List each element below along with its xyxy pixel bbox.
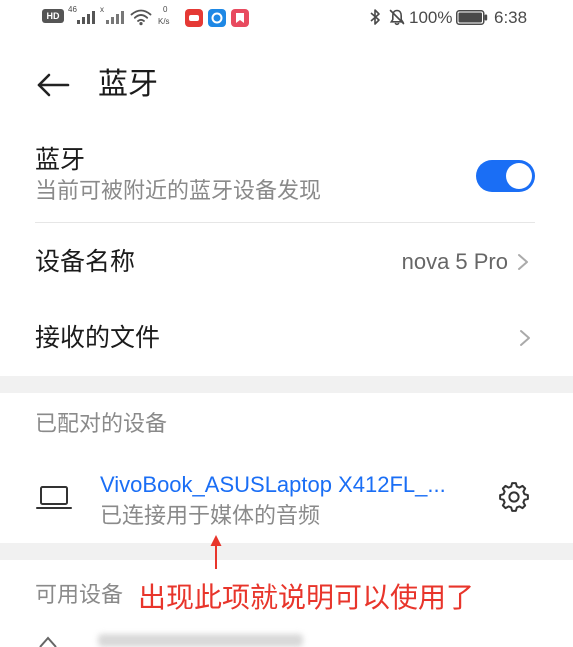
status-bar: HD 46 x 0 K/s 100% 6:38 bbox=[0, 0, 573, 34]
received-files-row[interactable]: 接收的文件 bbox=[0, 300, 573, 376]
device-name-value: nova 5 Pro bbox=[401, 249, 508, 274]
divider bbox=[35, 222, 535, 223]
battery-level: 100% bbox=[409, 8, 453, 27]
received-files-label: 接收的文件 bbox=[35, 323, 161, 352]
arrow-up-icon bbox=[205, 534, 227, 570]
secondary-network-label: x bbox=[100, 5, 104, 14]
device-name-label: 设备名称 bbox=[35, 247, 136, 276]
pink-app-notification-icon bbox=[231, 9, 249, 27]
back-arrow-icon bbox=[36, 72, 70, 98]
section-separator bbox=[0, 543, 573, 560]
laptop-icon bbox=[36, 484, 72, 512]
battery-icon bbox=[456, 10, 488, 25]
clock-time: 6:38 bbox=[494, 8, 528, 27]
bluetooth-icon bbox=[368, 8, 382, 26]
device-name-row[interactable]: 设备名称 nova 5 Pro bbox=[0, 224, 573, 300]
chevron-right-icon bbox=[517, 253, 529, 271]
signal-icon bbox=[76, 9, 96, 25]
network-speed-unit: K/s bbox=[158, 17, 170, 26]
paired-device-status: 已连接用于媒体的音频 bbox=[100, 504, 321, 529]
mute-bell-icon bbox=[388, 8, 406, 26]
page-title: 蓝牙 bbox=[98, 67, 158, 102]
available-device-item[interactable] bbox=[0, 626, 573, 647]
gear-icon bbox=[497, 480, 531, 514]
available-device-placeholder bbox=[98, 634, 303, 647]
section-separator bbox=[0, 376, 573, 393]
bluetooth-description: 当前可被附近的蓝牙设备发现 bbox=[35, 179, 322, 204]
back-button[interactable] bbox=[34, 70, 72, 100]
bluetooth-label: 蓝牙 bbox=[35, 145, 86, 174]
red-app-notification-icon bbox=[185, 9, 203, 27]
paired-device-name: VivoBook_ASUSLaptop X412FL_... bbox=[100, 472, 446, 497]
chevron-right-icon bbox=[519, 329, 531, 347]
toggle-knob bbox=[506, 163, 532, 189]
paired-devices-header: 已配对的设备 bbox=[35, 412, 168, 437]
signal-icon-secondary bbox=[105, 9, 125, 25]
hd-badge: HD bbox=[42, 9, 64, 23]
available-device-icon bbox=[38, 636, 58, 647]
blue-app-notification-icon bbox=[208, 9, 226, 27]
available-devices-header: 可用设备 bbox=[35, 583, 124, 608]
network-speed-value: 0 bbox=[163, 5, 168, 14]
device-settings-button[interactable] bbox=[495, 478, 533, 516]
wifi-icon bbox=[130, 8, 152, 26]
annotation-text: 出现此项就说明可以使用了 bbox=[138, 581, 475, 614]
bluetooth-toggle[interactable] bbox=[476, 160, 535, 192]
